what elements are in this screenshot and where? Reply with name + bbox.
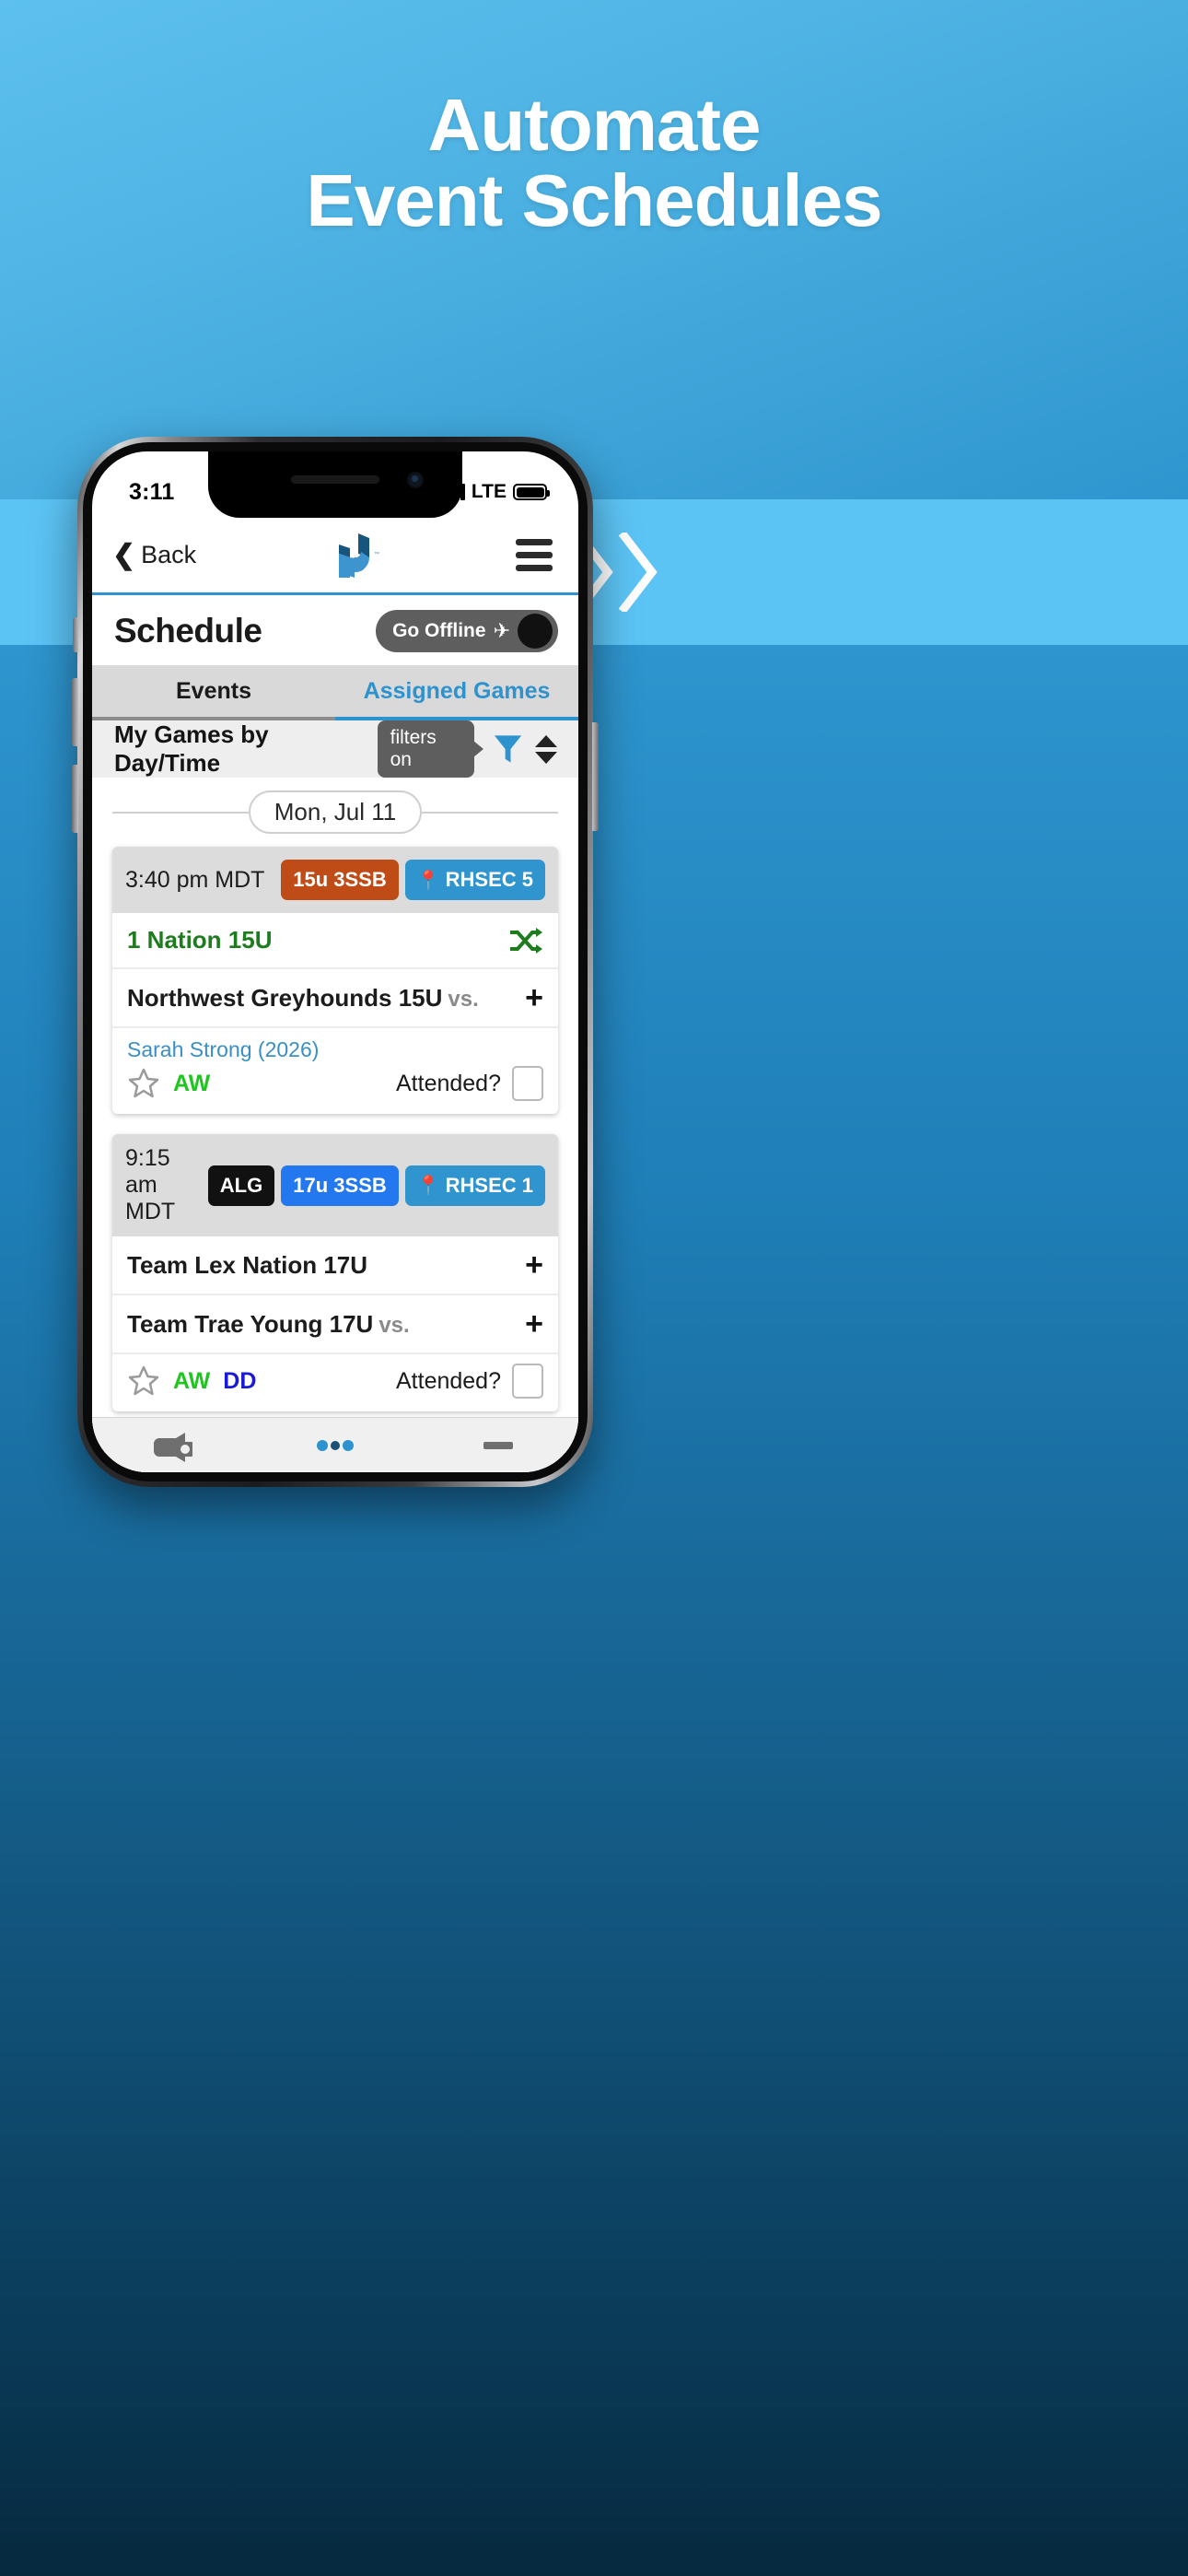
division-badge[interactable]: 15u 3SSB xyxy=(281,860,399,900)
day-divider-line-right xyxy=(422,811,559,814)
status-bar-carrier: LTE xyxy=(471,481,507,502)
chevron-left-icon: ❮ xyxy=(112,539,136,570)
page-title: Schedule xyxy=(114,612,262,650)
promo-headline-line2: Event Schedules xyxy=(306,158,882,241)
phone-silent-switch xyxy=(73,617,78,652)
plus-icon[interactable]: + xyxy=(525,1249,543,1281)
app-nav-bar: ❮ Back ™ xyxy=(92,518,578,595)
game-card-header: 3:40 pm MDT 15u 3SSB 📍 RHSEC 5 xyxy=(112,847,558,913)
status-bar: 3:11 LTE xyxy=(92,451,578,518)
app-dots-icon[interactable] xyxy=(313,1432,357,1459)
team-row-top[interactable]: 1 Nation 15U xyxy=(112,913,558,969)
game-badges: ALG 17u 3SSB 📍 RHSEC 1 xyxy=(207,1165,545,1206)
location-badge[interactable]: 📍 RHSEC 5 xyxy=(404,860,545,900)
go-offline-toggle[interactable]: Go Offline ✈ xyxy=(376,610,558,652)
game-time: 9:15 am MDT xyxy=(125,1145,176,1224)
vs-label: vs. xyxy=(448,986,479,1012)
game-card[interactable]: 9:15 am MDT ALG 17u 3SSB 📍 RHSEC 1 Team … xyxy=(112,1134,558,1411)
promo-top-background xyxy=(0,0,1188,499)
footer-left: AW DD xyxy=(127,1364,256,1398)
phone-power-button xyxy=(592,722,599,831)
team-row-bottom[interactable]: Northwest Greyhounds 15U vs. + xyxy=(112,969,558,1028)
team-name: Team Trae Young 17U xyxy=(127,1309,374,1338)
go-offline-label: Go Offline xyxy=(392,620,486,641)
game-time: 3:40 pm MDT xyxy=(125,866,265,893)
official-initials[interactable]: AW xyxy=(173,1071,210,1097)
game-card-footer: AW DD Attended? xyxy=(112,1354,558,1411)
status-bar-time: 3:11 xyxy=(129,478,175,505)
game-card-footer: Sarah Strong (2026) AW Attended? xyxy=(112,1028,558,1114)
game-badges: 15u 3SSB 📍 RHSEC 5 xyxy=(281,860,545,900)
sort-updown-icon[interactable] xyxy=(534,734,558,765)
app-logo-icon: ™ xyxy=(331,530,382,581)
schedule-tabs: Events Assigned Games xyxy=(92,665,578,720)
team-row-top[interactable]: Team Lex Nation 17U + xyxy=(112,1236,558,1295)
attended-label: Attended? xyxy=(396,1070,501,1096)
footer-left: AW xyxy=(127,1067,210,1100)
promo-headline: Automate Event Schedules xyxy=(0,88,1188,238)
bottom-tab-bar xyxy=(92,1417,578,1472)
battery-full-icon xyxy=(513,484,550,500)
location-badge[interactable]: 📍 RHSEC 1 xyxy=(404,1165,545,1206)
team-name: Northwest Greyhounds 15U xyxy=(127,983,443,1012)
phone-volume-down-button xyxy=(72,765,78,833)
division-badge[interactable]: 17u 3SSB xyxy=(281,1165,399,1206)
schedule-header: Schedule Go Offline ✈ xyxy=(92,595,578,665)
filter-row: My Games by Day/Time filters on xyxy=(92,720,578,778)
team-name: 1 Nation 15U xyxy=(127,926,273,954)
tab-assigned-games[interactable]: Assigned Games xyxy=(335,665,578,720)
day-divider-label[interactable]: Mon, Jul 11 xyxy=(248,790,423,834)
location-badge-label: RHSEC 5 xyxy=(445,868,533,891)
attended-control[interactable]: Attended? xyxy=(396,1066,543,1101)
phone-screen: 3:11 LTE ❮ Back ™ Schedule Go Offline ✈ … xyxy=(92,451,578,1472)
day-divider-line-left xyxy=(112,811,249,814)
status-bar-indicators: LTE xyxy=(441,481,550,503)
game-card-header: 9:15 am MDT ALG 17u 3SSB 📍 RHSEC 1 xyxy=(112,1134,558,1236)
plus-icon[interactable]: + xyxy=(525,982,543,1013)
toggle-knob[interactable] xyxy=(518,614,553,649)
game-card-footer-line: AW DD Attended? xyxy=(127,1364,543,1399)
shuffle-icon[interactable] xyxy=(508,927,543,954)
filter-row-controls: filters on xyxy=(377,720,558,778)
official-initials[interactable]: DD xyxy=(223,1368,256,1395)
filter-funnel-icon[interactable] xyxy=(493,732,523,766)
phone-mockup: 3:11 LTE ❮ Back ™ Schedule Go Offline ✈ … xyxy=(72,437,599,1487)
location-badge-label: RHSEC 1 xyxy=(445,1173,533,1197)
assigned-official-name[interactable]: Sarah Strong (2026) xyxy=(127,1037,543,1062)
game-card-footer-line: AW Attended? xyxy=(127,1066,543,1101)
map-pin-icon: 📍 xyxy=(416,870,440,891)
attended-control[interactable]: Attended? xyxy=(396,1364,543,1399)
back-button[interactable]: ❮ Back xyxy=(112,541,196,569)
hamburger-menu-icon[interactable] xyxy=(515,539,553,571)
star-outline-icon[interactable] xyxy=(127,1364,160,1398)
signal-bars-icon xyxy=(441,484,465,500)
vs-label: vs. xyxy=(379,1312,410,1338)
plus-icon[interactable]: + xyxy=(525,1308,543,1340)
team-row-bottom[interactable]: Team Trae Young 17U vs. + xyxy=(112,1295,558,1354)
team-name: Team Lex Nation 17U xyxy=(127,1250,368,1279)
airplane-icon: ✈ xyxy=(493,619,510,642)
phone-volume-up-button xyxy=(72,678,78,746)
back-button-label: Back xyxy=(141,541,197,568)
svg-text:™: ™ xyxy=(374,551,379,557)
star-outline-icon[interactable] xyxy=(127,1067,160,1100)
attended-checkbox[interactable] xyxy=(512,1066,543,1101)
tab-events[interactable]: Events xyxy=(92,665,335,720)
filters-on-badge[interactable]: filters on xyxy=(377,720,474,778)
list-icon[interactable] xyxy=(478,1432,518,1459)
tag-badge[interactable]: ALG xyxy=(207,1165,275,1206)
filter-row-title: My Games by Day/Time xyxy=(114,720,269,777)
games-list: 3:40 pm MDT 15u 3SSB 📍 RHSEC 5 1 Nation … xyxy=(92,847,578,1472)
game-card[interactable]: 3:40 pm MDT 15u 3SSB 📍 RHSEC 5 1 Nation … xyxy=(112,847,558,1114)
whistle-icon[interactable] xyxy=(152,1429,193,1462)
map-pin-icon: 📍 xyxy=(416,1176,440,1196)
day-divider: Mon, Jul 11 xyxy=(92,778,578,847)
attended-label: Attended? xyxy=(396,1367,501,1394)
attended-checkbox[interactable] xyxy=(512,1364,543,1399)
official-initials[interactable]: AW xyxy=(173,1368,210,1395)
promo-headline-line1: Automate xyxy=(427,84,762,166)
